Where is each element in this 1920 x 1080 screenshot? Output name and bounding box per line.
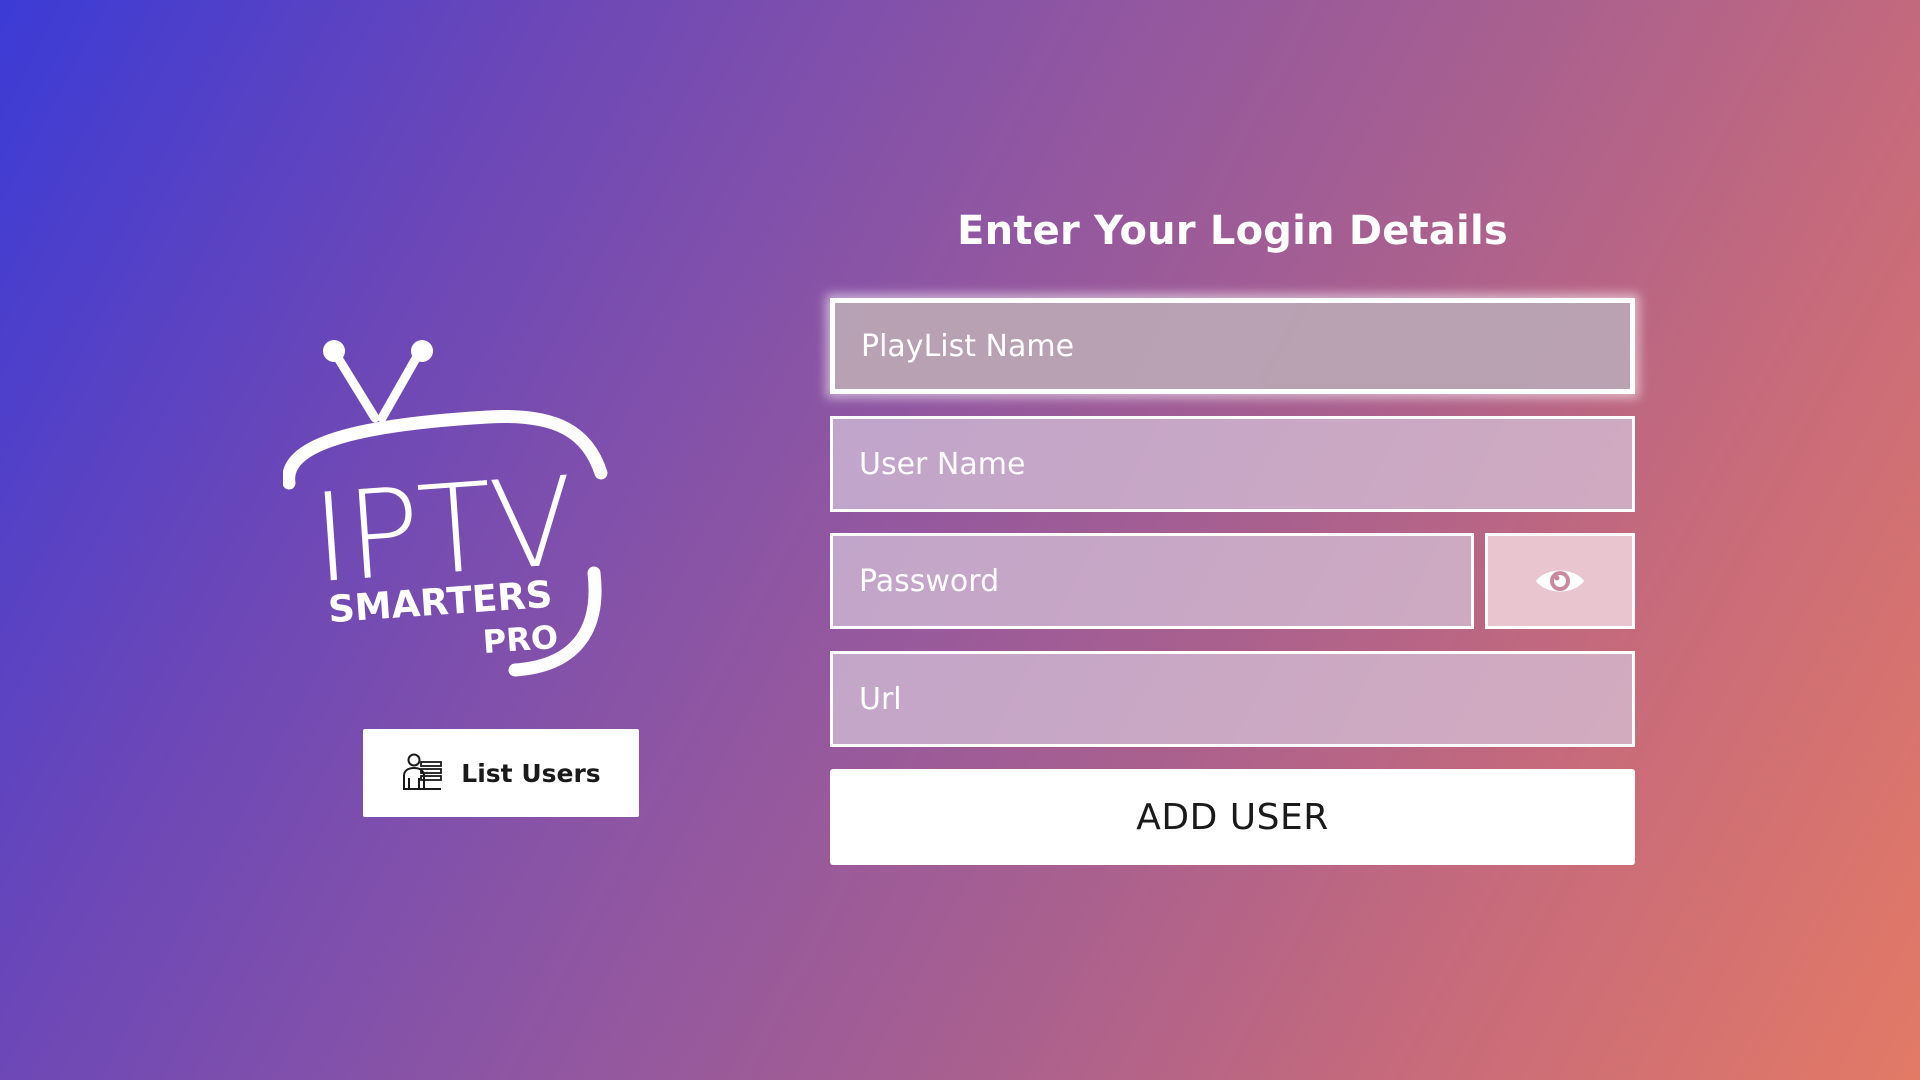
url-input[interactable] [859,654,1632,744]
password-input[interactable] [859,536,1471,626]
tv-logo-icon: IPTV SMARTERS PRO [283,340,608,677]
list-users-label: List Users [461,758,601,788]
show-password-button[interactable] [1485,533,1635,629]
password-field[interactable] [830,533,1474,629]
list-users-button[interactable]: List Users [363,729,639,817]
eye-icon [1536,570,1584,592]
logo-pro-text: PRO [482,618,560,661]
playlist-name-input[interactable] [861,303,1630,389]
playlist-name-field[interactable] [830,298,1635,394]
users-list-icon [403,753,443,790]
username-input[interactable] [859,419,1632,509]
username-field[interactable] [830,416,1635,512]
iptv-smarters-pro-logo: IPTV SMARTERS PRO [283,333,613,678]
add-user-button[interactable]: ADD USER [830,769,1635,865]
page-title: Enter Your Login Details [957,208,1508,254]
login-screen: IPTV SMARTERS PRO List Users Enter Your … [0,0,1920,1080]
url-field[interactable] [830,651,1635,747]
